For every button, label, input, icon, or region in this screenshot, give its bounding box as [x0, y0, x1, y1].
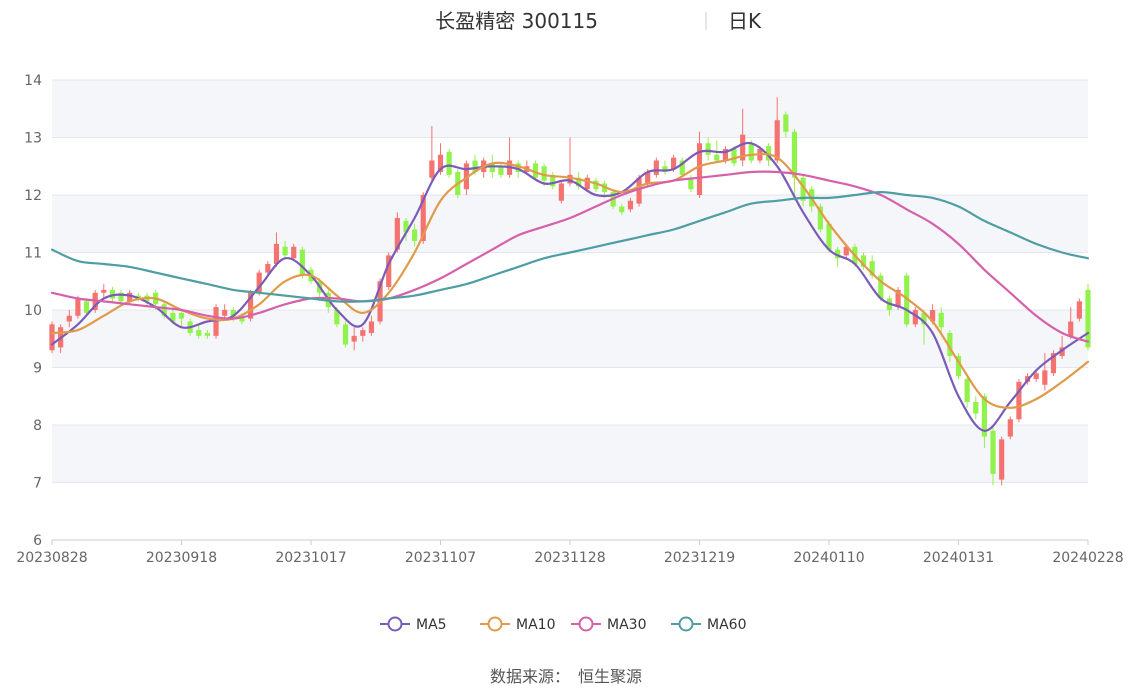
- x-tick-label: 20230918: [146, 550, 217, 566]
- candle-body: [791, 131, 798, 178]
- chart-header: 长盈精密 300115 日K: [435, 9, 762, 33]
- legend: MA5 MA10 MA30 MA60: [380, 616, 746, 633]
- candle-body: [299, 249, 305, 276]
- legend-label: MA60: [707, 617, 746, 633]
- legend-item-ma5[interactable]: MA5: [380, 616, 447, 633]
- grid-band: [52, 425, 1088, 483]
- candle-body: [714, 154, 720, 161]
- candle-body: [964, 379, 970, 402]
- stock-kline-chart: 长盈精密 300115 日K 67891011121314 20230828 20…: [16, 9, 1124, 686]
- y-tick-label: 7: [33, 476, 42, 492]
- x-axis: 20230828 20230918 20231017 20231107 20231128…: [16, 539, 1124, 566]
- x-tick-label: 20240131: [923, 550, 994, 566]
- legend-marker: [487, 616, 503, 632]
- candle-body: [446, 151, 452, 175]
- grid-band: [52, 80, 1088, 138]
- y-axis: 6 7 8 9 10 11 12 13 14: [24, 73, 42, 549]
- candle-body: [412, 229, 418, 241]
- candle-body: [75, 298, 81, 316]
- x-tick-label: 20231128: [534, 550, 605, 566]
- candle-body: [619, 206, 625, 213]
- chart-title: 长盈精密 300115: [435, 9, 598, 33]
- y-tick-label: 13: [24, 131, 42, 147]
- y-tick-label: 9: [33, 361, 42, 377]
- y-tick-label: 8: [33, 418, 42, 434]
- candle-body: [368, 321, 375, 333]
- candle-body: [774, 120, 780, 161]
- source-name: 恒生聚源: [578, 667, 642, 686]
- candle-body: [222, 310, 228, 316]
- candle-body: [584, 177, 590, 190]
- x-tick-label: 20231219: [664, 550, 735, 566]
- footer: 数据来源： 恒生聚源: [490, 667, 642, 686]
- candle-body: [627, 200, 634, 210]
- legend-label: MA30: [607, 617, 646, 633]
- candle-body: [636, 177, 642, 204]
- candle-body: [101, 289, 107, 293]
- y-tick-label: 12: [24, 188, 42, 204]
- legend-item-ma10[interactable]: MA10: [480, 616, 555, 633]
- x-tick-label: 20240228: [1052, 550, 1123, 566]
- x-tick-label: 20230828: [16, 550, 87, 566]
- candle-body: [360, 330, 366, 336]
- candle-body: [351, 335, 357, 342]
- candle-body: [1042, 370, 1048, 385]
- legend-label: MA10: [516, 617, 555, 633]
- candle-body: [653, 160, 659, 175]
- candle-body: [1076, 301, 1082, 319]
- y-tick-label: 6: [33, 533, 42, 549]
- candle-body: [204, 333, 210, 336]
- period-label[interactable]: 日K: [728, 9, 762, 33]
- legend-marker: [578, 616, 594, 632]
- legend-item-ma30[interactable]: MA30: [571, 616, 646, 633]
- candle-body: [66, 315, 72, 322]
- candle-body: [83, 301, 90, 313]
- candle-body: [938, 312, 944, 328]
- legend-marker: [678, 616, 694, 632]
- x-tick-label: 20240110: [793, 550, 864, 566]
- y-tick-label: 10: [24, 303, 42, 319]
- legend-label: MA5: [416, 617, 447, 633]
- candle-body: [999, 439, 1005, 480]
- candle-body: [273, 243, 280, 264]
- candle-body: [783, 114, 789, 132]
- legend-item-ma60[interactable]: MA60: [671, 616, 746, 633]
- candle-body: [178, 312, 185, 319]
- candle-body: [748, 143, 754, 161]
- candle-body: [731, 149, 737, 164]
- candle-body: [1033, 373, 1039, 379]
- candle-body: [342, 324, 349, 345]
- candle-body: [291, 246, 297, 259]
- legend-marker: [387, 616, 403, 632]
- candle-body: [49, 324, 55, 351]
- x-tick-label: 20231107: [405, 550, 476, 566]
- candle-body: [196, 330, 202, 336]
- y-tick-label: 11: [24, 246, 42, 262]
- candle-body: [558, 183, 564, 201]
- candle-body: [429, 160, 435, 178]
- candle-body: [1085, 289, 1091, 348]
- x-tick-label: 20231017: [275, 550, 346, 566]
- source-label: 数据来源：: [490, 667, 570, 686]
- ma10-line: [50, 152, 1090, 409]
- candle-body: [705, 143, 711, 155]
- candle-body: [1068, 321, 1074, 336]
- candle-body: [990, 430, 996, 474]
- candle-body: [973, 402, 979, 414]
- candle-body: [1007, 419, 1013, 437]
- candle-body: [282, 246, 288, 256]
- y-tick-label: 14: [24, 73, 42, 89]
